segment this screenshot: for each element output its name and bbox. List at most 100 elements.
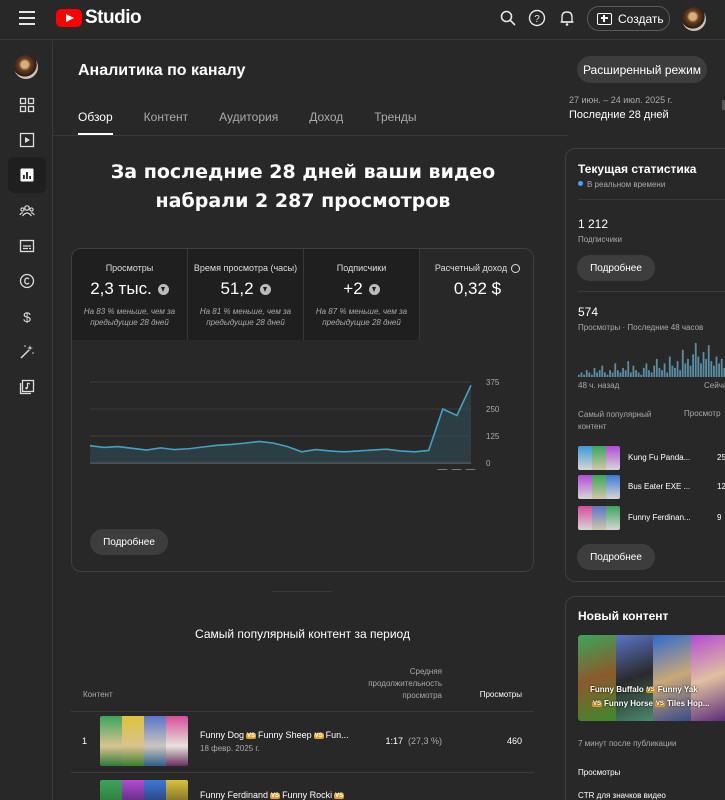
realtime-bar xyxy=(715,356,718,377)
column-header-avg-duration[interactable]: Средняя продолжительность просмотра xyxy=(342,666,442,702)
views-chart[interactable]: 375250125023327 июн...2 июл. 20...6 июл.… xyxy=(72,340,534,470)
divider xyxy=(578,291,725,292)
realtime-bar xyxy=(629,372,632,377)
realtime-live-text: В реальном времени xyxy=(587,180,666,189)
realtime-bar xyxy=(603,372,606,377)
chart-y-tick-label: 250 xyxy=(486,405,500,414)
realtime-bar xyxy=(588,372,591,377)
vs-badge: VS xyxy=(654,701,665,707)
realtime-video-title[interactable]: Kung Fu Panda... xyxy=(628,453,690,462)
column-header-views[interactable]: Просмотры xyxy=(462,690,522,699)
realtime-bar xyxy=(648,370,650,377)
metric-note: На 87 % меньше, чем за xyxy=(315,307,408,316)
realtime-bar xyxy=(616,370,619,377)
realtime-video-title[interactable]: Funny Ferdinan... xyxy=(628,513,691,522)
menu-icon[interactable] xyxy=(19,11,35,25)
realtime-axis-left: 48 ч. назад xyxy=(578,381,620,390)
realtime-bar xyxy=(590,374,593,377)
studio-label: Studio xyxy=(85,7,142,28)
video-publish-date: 18 февр. 2025 г. xyxy=(200,744,260,753)
realtime-bar xyxy=(635,370,637,377)
tab-overview[interactable]: Обзор xyxy=(78,110,113,135)
chart-marker xyxy=(451,469,462,470)
channel-avatar[interactable] xyxy=(14,55,38,79)
advanced-mode-button[interactable]: Расширенный режим xyxy=(577,56,707,83)
video-title-part: Funny Ferdinand xyxy=(200,790,269,800)
realtime-bar xyxy=(661,370,663,377)
realtime-views-value: 574 xyxy=(578,305,599,319)
new-video-thumbnail[interactable] xyxy=(578,635,725,721)
new-video-views-label: Просмотры xyxy=(578,768,621,777)
chart-marker xyxy=(465,469,476,470)
realtime-video-title[interactable]: Bus Eater EXE ... xyxy=(628,482,690,491)
realtime-col-top-content-line: Самый популярный xyxy=(578,410,652,419)
help-icon[interactable]: ? xyxy=(528,9,546,27)
video-title[interactable]: Funny Dog VS Funny Sheep VS Fun... xyxy=(200,730,349,740)
community-icon xyxy=(19,205,35,217)
summary-headline-line1: За последние 28 дней ваши видео xyxy=(110,161,496,183)
sidebar-item-dashboard[interactable] xyxy=(8,87,46,123)
sidebar-item-community[interactable] xyxy=(8,193,46,229)
divider xyxy=(578,199,725,200)
realtime-bar xyxy=(640,374,643,377)
account-avatar[interactable] xyxy=(682,7,706,31)
metric-estimated-revenue[interactable]: Расчетный доход 0,32 $ xyxy=(420,249,533,340)
realtime-details-button[interactable]: Подробнее xyxy=(577,544,655,570)
avg-duration-percent: (27,3 %) xyxy=(407,736,442,746)
chart-y-tick-label: 125 xyxy=(486,432,500,441)
notifications-bell-icon[interactable] xyxy=(558,9,576,27)
realtime-bar xyxy=(684,363,687,377)
sidebar-item-customization[interactable] xyxy=(8,334,46,370)
metric-label: Время просмотра (часы) xyxy=(193,263,298,273)
new-video-caption-part: Funny Buffalo xyxy=(590,685,644,694)
table-header-divider xyxy=(71,711,534,712)
tab-revenue[interactable]: Доход xyxy=(309,110,343,135)
sidebar-item-audio-library[interactable] xyxy=(8,369,46,405)
date-period-selector[interactable]: Последние 28 дней xyxy=(569,109,669,121)
details-button[interactable]: Подробнее xyxy=(90,529,168,555)
realtime-col-top-content: Самый популярный контент xyxy=(578,409,651,433)
audio-library-icon xyxy=(19,379,35,395)
tab-trends[interactable]: Тренды xyxy=(374,110,416,135)
analytics-icon xyxy=(20,168,34,182)
video-thumbnail[interactable] xyxy=(100,780,188,800)
metric-views[interactable]: Просмотры 2,3 тыс. На 83 % меньше, чем з… xyxy=(72,249,188,340)
metric-note: На 83 % меньше, чем за xyxy=(83,307,176,316)
realtime-bar xyxy=(653,365,656,377)
create-button[interactable]: Создать xyxy=(587,6,670,31)
vs-badge: VS xyxy=(313,733,324,739)
tabs-divider xyxy=(53,135,568,136)
tab-audience[interactable]: Аудитория xyxy=(219,110,278,135)
metric-value: 0,32 $ xyxy=(453,279,502,298)
realtime-bar xyxy=(676,361,679,377)
tab-content[interactable]: Контент xyxy=(144,110,188,135)
realtime-video-thumbnail[interactable] xyxy=(578,446,620,470)
sidebar-item-analytics[interactable] xyxy=(8,157,46,193)
realtime-views-bar-chart[interactable] xyxy=(578,341,725,377)
realtime-video-thumbnail[interactable] xyxy=(578,475,620,499)
video-title[interactable]: Funny Ferdinand VS Funny Rocki VS xyxy=(200,790,346,800)
realtime-bar xyxy=(622,367,624,377)
realtime-bar xyxy=(674,367,676,377)
video-thumbnail[interactable] xyxy=(100,716,188,766)
realtime-bar xyxy=(694,343,697,377)
sidebar-item-content[interactable] xyxy=(8,122,46,158)
realtime-title: Текущая статистика xyxy=(578,162,697,176)
sidebar-item-earn[interactable]: $ xyxy=(8,299,46,335)
metric-tabs: Просмотры 2,3 тыс. На 83 % меньше, чем з… xyxy=(72,249,533,340)
realtime-bar xyxy=(598,370,601,377)
search-icon[interactable] xyxy=(499,9,517,27)
youtube-studio-logo[interactable]: Studio xyxy=(56,7,142,28)
realtime-video-thumbnail[interactable] xyxy=(578,506,620,530)
live-dot-icon xyxy=(578,181,583,186)
metric-note: предыдущие 28 дней xyxy=(206,318,285,327)
create-video-icon xyxy=(597,12,612,25)
subscribers-details-button[interactable]: Подробнее xyxy=(577,255,655,281)
sidebar-item-subtitles[interactable] xyxy=(8,228,46,264)
sidebar-item-copyright[interactable] xyxy=(8,263,46,299)
realtime-bar xyxy=(624,370,627,377)
metric-subscribers[interactable]: Подписчики +2 На 87 % меньше, чем за пред… xyxy=(304,249,420,340)
realtime-bar xyxy=(650,372,653,377)
realtime-bar xyxy=(707,345,710,377)
metric-watch-time[interactable]: Время просмотра (часы) 51,2 На 81 % мень… xyxy=(188,249,304,340)
